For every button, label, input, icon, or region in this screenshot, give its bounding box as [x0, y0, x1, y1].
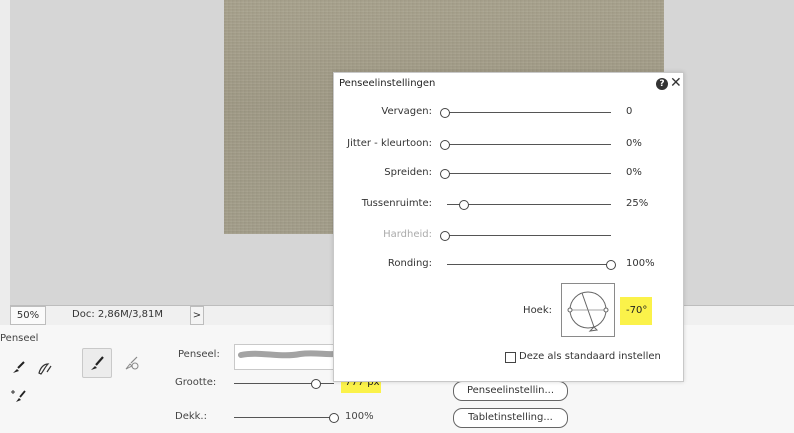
document-size: Doc: 2,86M/3,81M	[72, 309, 164, 320]
opacity-label: Dekk.:	[175, 411, 207, 422]
spacing-value: 25%	[626, 198, 649, 209]
pencil-variant-icon[interactable]	[35, 358, 55, 378]
hue-jitter-slider-knob[interactable]	[440, 140, 450, 150]
close-icon[interactable]: ✕	[670, 75, 682, 91]
brush-tool-icon	[91, 356, 104, 370]
brush-settings-button[interactable]: Penseelinstellin...	[453, 381, 568, 401]
spacing-slider-track[interactable]	[447, 204, 611, 205]
fade-value: 0	[626, 106, 633, 117]
brush-variant-icon[interactable]	[123, 354, 141, 372]
zoom-field[interactable]: 50%	[10, 306, 46, 325]
brush-tool-button[interactable]	[82, 348, 112, 378]
angle-label: Hoek:	[523, 305, 552, 316]
roundness-value: 100%	[626, 258, 655, 269]
fade-slider-track[interactable]	[443, 112, 611, 113]
scatter-slider-track[interactable]	[443, 173, 611, 174]
angle-value[interactable]: -70°	[626, 305, 647, 316]
fade-label: Vervagen:	[381, 106, 432, 117]
spacing-label: Tussenruimte:	[361, 198, 432, 209]
brush-icon[interactable]	[9, 357, 29, 377]
opacity-slider-track[interactable]	[234, 417, 334, 418]
scatter-value: 0%	[626, 167, 642, 178]
brush-edit-icon[interactable]	[9, 386, 29, 406]
hue-jitter-slider-track[interactable]	[443, 144, 611, 145]
roundness-slider-track[interactable]	[447, 264, 607, 265]
opacity-slider-knob[interactable]	[329, 413, 339, 423]
help-icon[interactable]: ?	[656, 78, 668, 90]
size-label: Grootte:	[175, 377, 217, 388]
roundness-label: Ronding:	[387, 258, 432, 269]
opacity-value: 100%	[345, 411, 374, 422]
roundness-slider-knob[interactable]	[606, 260, 616, 270]
hardness-slider-track	[443, 235, 611, 236]
size-slider-knob[interactable]	[311, 379, 321, 389]
scatter-slider-knob[interactable]	[440, 169, 450, 179]
default-checkbox-label: Deze als standaard instellen	[519, 351, 661, 362]
default-checkbox[interactable]	[505, 352, 516, 363]
hardness-slider-knob	[440, 231, 450, 241]
tool-panel-title: Penseel	[0, 333, 39, 344]
hue-jitter-value: 0%	[626, 138, 642, 149]
brush-preview[interactable]	[234, 344, 337, 370]
dialog-title: Penseelinstellingen	[339, 78, 436, 89]
hardness-label: Hardheid:	[383, 229, 432, 240]
hue-jitter-label: Jitter - kleurtoon:	[347, 138, 432, 149]
status-menu-arrow[interactable]: >	[190, 306, 204, 325]
angle-dial[interactable]	[561, 283, 615, 337]
spacing-slider-knob[interactable]	[459, 200, 469, 210]
tablet-settings-button[interactable]: Tabletinstelling...	[453, 408, 568, 428]
scatter-label: Spreiden:	[384, 167, 432, 178]
brush-label: Penseel:	[178, 349, 220, 360]
fade-slider-knob[interactable]	[440, 108, 450, 118]
brush-settings-dialog	[333, 72, 684, 382]
